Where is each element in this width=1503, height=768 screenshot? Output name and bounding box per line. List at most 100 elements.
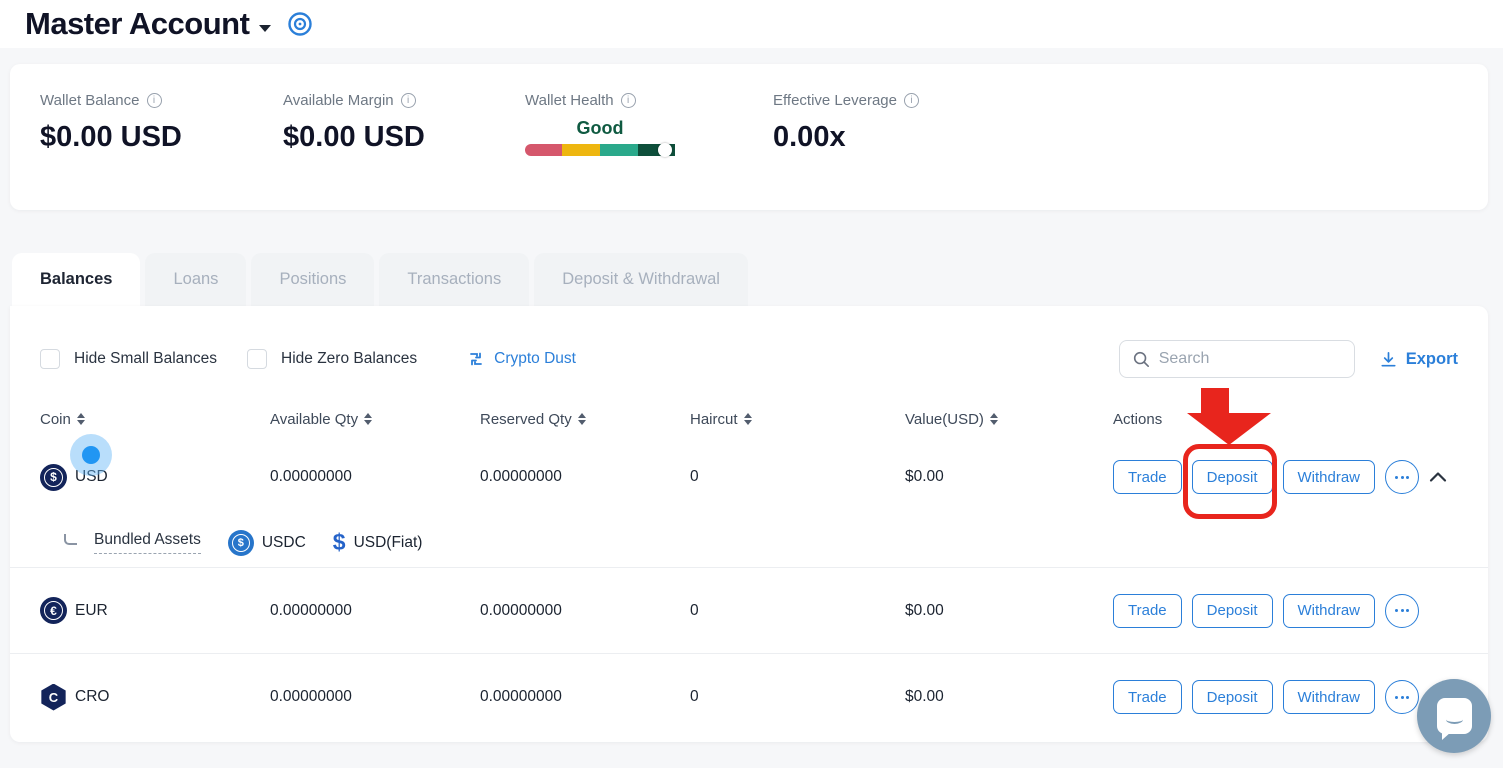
trade-button[interactable]: Trade xyxy=(1113,460,1182,494)
sort-icon xyxy=(578,413,586,425)
hide-small-balances-checkbox[interactable] xyxy=(40,349,60,369)
usdc-label: USDC xyxy=(262,534,306,552)
usd-coin-icon: $ xyxy=(40,464,67,491)
stat-wallet-health: Wallet Health Good xyxy=(495,64,743,210)
info-icon[interactable] xyxy=(621,93,636,108)
info-icon[interactable] xyxy=(401,93,416,108)
deposit-button[interactable]: Deposit xyxy=(1192,594,1273,628)
click-indicator-dot xyxy=(82,446,100,464)
page-title: Master Account xyxy=(25,6,249,42)
collapse-chevron-icon[interactable] xyxy=(1429,471,1447,483)
download-icon xyxy=(1379,350,1398,369)
available-margin-value: $0.00 USD xyxy=(283,121,495,154)
tab-deposit-withdrawal[interactable]: Deposit & Withdrawal xyxy=(534,253,748,306)
available-qty-value: 0.00000000 xyxy=(270,688,480,706)
health-indicator-dot xyxy=(658,143,672,157)
cro-coin-icon: C xyxy=(40,684,67,711)
value-usd-value: $0.00 xyxy=(905,688,1113,706)
search-box[interactable] xyxy=(1119,340,1355,378)
haircut-value: 0 xyxy=(690,688,905,706)
hide-small-balances-toggle[interactable]: Hide Small Balances xyxy=(40,349,217,369)
usd-fiat-icon: $ xyxy=(333,529,346,556)
annotation-arrow-head xyxy=(1187,413,1271,445)
search-input[interactable] xyxy=(1159,350,1342,368)
wallet-health-status: Good xyxy=(525,118,675,139)
hide-zero-balances-label: Hide Zero Balances xyxy=(281,350,417,368)
hide-small-balances-label: Hide Small Balances xyxy=(74,350,217,368)
crypto-dust-icon xyxy=(467,350,485,368)
effective-leverage-value: 0.00x xyxy=(773,121,919,154)
withdraw-button[interactable]: Withdraw xyxy=(1283,680,1376,714)
tab-balances[interactable]: Balances xyxy=(12,253,140,306)
stat-wallet-balance: Wallet Balance $0.00 USD xyxy=(10,64,253,210)
withdraw-button[interactable]: Withdraw xyxy=(1283,460,1376,494)
column-header-haircut[interactable]: Haircut xyxy=(690,411,905,428)
sort-icon xyxy=(77,413,85,425)
annotation-arrow-icon xyxy=(1201,388,1229,414)
available-qty-value: 0.00000000 xyxy=(270,602,480,620)
tab-positions[interactable]: Positions xyxy=(251,253,374,306)
more-actions-button[interactable] xyxy=(1385,594,1419,628)
reserved-qty-value: 0.00000000 xyxy=(480,602,690,620)
stat-available-margin: Available Margin $0.00 USD xyxy=(253,64,495,210)
trade-button[interactable]: Trade xyxy=(1113,594,1182,628)
trade-button[interactable]: Trade xyxy=(1113,680,1182,714)
info-icon[interactable] xyxy=(147,93,162,108)
available-margin-label: Available Margin xyxy=(283,92,394,109)
more-actions-button[interactable] xyxy=(1385,680,1419,714)
wallet-balance-value: $0.00 USD xyxy=(40,121,253,154)
hide-zero-balances-toggle[interactable]: Hide Zero Balances xyxy=(247,349,417,369)
column-header-reserved-qty[interactable]: Reserved Qty xyxy=(480,411,690,428)
column-header-value-usd[interactable]: Value(USD) xyxy=(905,411,1113,428)
sort-icon xyxy=(990,413,998,425)
value-usd-value: $0.00 xyxy=(905,468,1113,486)
bundled-asset-usd-fiat: $ USD(Fiat) xyxy=(333,529,423,556)
hide-zero-balances-checkbox[interactable] xyxy=(247,349,267,369)
table-row-eur: € EUR 0.00000000 0.00000000 0 $0.00 Trad… xyxy=(10,568,1488,654)
top-bar: Master Account xyxy=(0,0,1503,48)
export-button[interactable]: Export xyxy=(1379,350,1458,369)
deposit-button[interactable]: Deposit xyxy=(1192,460,1273,494)
coin-name: CRO xyxy=(75,688,109,706)
usdc-coin-icon: $ xyxy=(228,530,254,556)
balances-panel: Hide Small Balances Hide Zero Balances C… xyxy=(10,306,1488,742)
column-header-actions: Actions xyxy=(1113,411,1458,428)
eur-coin-icon: € xyxy=(40,597,67,624)
crypto-dust-link[interactable]: Crypto Dust xyxy=(467,350,576,368)
bundled-asset-usdc: $ USDC xyxy=(228,530,306,556)
account-dropdown-caret-icon[interactable] xyxy=(259,25,271,32)
chat-support-button[interactable] xyxy=(1417,679,1491,753)
withdraw-button[interactable]: Withdraw xyxy=(1283,594,1376,628)
crypto-dust-label: Crypto Dust xyxy=(494,350,576,368)
table-row-usd: $ USD 0.00000000 0.00000000 0 $0.00 Trad… xyxy=(10,436,1488,518)
column-header-available-qty[interactable]: Available Qty xyxy=(270,411,480,428)
usd-fiat-label: USD(Fiat) xyxy=(354,534,423,552)
tab-transactions[interactable]: Transactions xyxy=(379,253,529,306)
wallet-health-gauge xyxy=(525,144,675,156)
wallet-stats-card: Wallet Balance $0.00 USD Available Margi… xyxy=(10,64,1488,210)
visibility-eye-icon[interactable] xyxy=(287,11,313,37)
info-icon[interactable] xyxy=(904,93,919,108)
table-row-cro: C CRO 0.00000000 0.00000000 0 $0.00 Trad… xyxy=(10,654,1488,740)
reserved-qty-value: 0.00000000 xyxy=(480,688,690,706)
sort-icon xyxy=(744,413,752,425)
account-tabs: Balances Loans Positions Transactions De… xyxy=(12,253,1503,306)
health-segment-teal xyxy=(600,144,638,156)
health-segment-yellow xyxy=(562,144,600,156)
reserved-qty-value: 0.00000000 xyxy=(480,468,690,486)
more-actions-button[interactable] xyxy=(1385,460,1419,494)
effective-leverage-label: Effective Leverage xyxy=(773,92,897,109)
search-icon xyxy=(1132,350,1150,368)
wallet-balance-label: Wallet Balance xyxy=(40,92,140,109)
bundled-assets-label[interactable]: Bundled Assets xyxy=(94,531,201,554)
bundled-assets-row: Bundled Assets $ USDC $ USD(Fiat) xyxy=(10,518,1488,568)
available-qty-value: 0.00000000 xyxy=(270,468,480,486)
health-segment-red xyxy=(525,144,562,156)
deposit-button[interactable]: Deposit xyxy=(1192,680,1273,714)
tree-branch-icon xyxy=(64,534,77,545)
wallet-health-label: Wallet Health xyxy=(525,92,614,109)
tab-loans[interactable]: Loans xyxy=(145,253,246,306)
column-header-coin[interactable]: Coin xyxy=(40,411,270,428)
chat-bubble-icon xyxy=(1437,698,1472,734)
haircut-value: 0 xyxy=(690,468,905,486)
